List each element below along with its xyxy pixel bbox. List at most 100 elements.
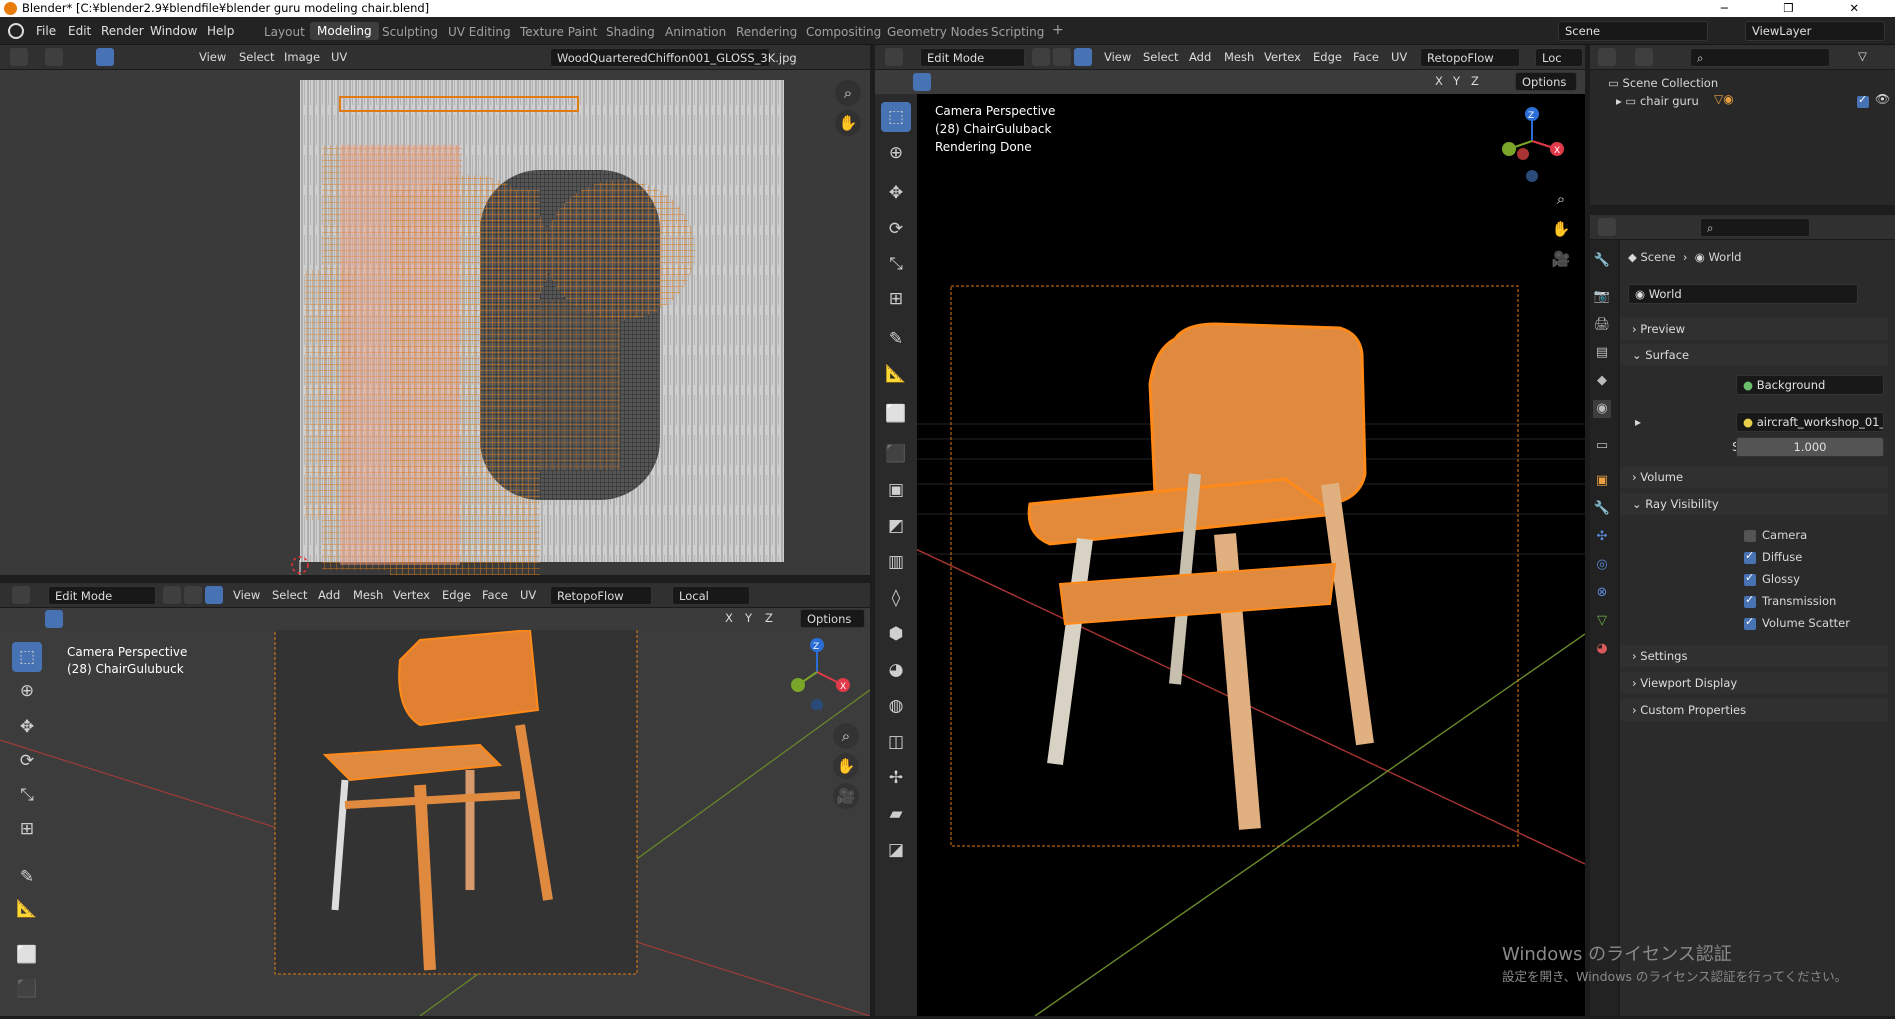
menu-mesh[interactable]: Mesh (1224, 50, 1254, 64)
constraints-tab-icon[interactable]: ⊗ (1593, 584, 1611, 602)
mode-selector[interactable]: Edit Mode (48, 586, 156, 605)
edge-slide-icon[interactable]: ◫ (881, 727, 911, 757)
knife-icon[interactable]: ◊ (881, 583, 911, 613)
viewport-main-canvas[interactable]: Camera Perspective (28) ChairGuluback Re… (875, 94, 1586, 1017)
display-mode-icon[interactable] (1635, 48, 1653, 66)
rotate-tool-icon[interactable]: ⟳ (881, 214, 911, 244)
select-tool-icon[interactable]: ⬚ (881, 102, 911, 132)
render-tab-icon[interactable]: 📷 (1593, 288, 1611, 306)
sync-selection-icon[interactable] (45, 48, 63, 66)
ray-transmission-checkbox[interactable] (1744, 593, 1756, 608)
face-select-icon[interactable] (1074, 48, 1092, 66)
color-input-selector[interactable]: ● aircraft_workshop_01_... (1736, 412, 1884, 432)
tab-scripting[interactable]: Scripting (991, 25, 1044, 39)
rip-region-icon[interactable]: ◪ (881, 835, 911, 865)
strength-field[interactable]: 1.000 (1736, 437, 1884, 457)
tab-sculpting[interactable]: Sculpting (382, 25, 438, 39)
extrude-region-icon[interactable]: ⬛ (881, 439, 911, 469)
camera-view-icon[interactable]: 🎥 (1548, 246, 1574, 272)
pan-hand-icon[interactable]: ✋ (835, 110, 861, 136)
annotate-tool-icon[interactable]: ✎ (12, 862, 42, 892)
move-tool-icon[interactable]: ✥ (881, 178, 911, 208)
menu-add[interactable]: Add (1189, 50, 1211, 64)
measure-tool-icon[interactable]: 📐 (881, 359, 911, 389)
cursor-tool-icon[interactable]: ⊕ (881, 138, 911, 168)
add-cube-tool-icon[interactable]: ⬜ (881, 399, 911, 429)
menu-view[interactable]: View (199, 50, 226, 64)
uv-select-mode-icon[interactable] (96, 48, 114, 66)
retopoflow-menu[interactable]: RetopoFlow (550, 586, 652, 605)
menu-render[interactable]: Render (101, 24, 144, 38)
menu-face[interactable]: Face (482, 588, 508, 602)
exclude-checkbox[interactable] (1857, 93, 1869, 108)
zoom-icon[interactable]: ⌕ (1548, 186, 1574, 212)
section-settings[interactable]: › Settings (1620, 645, 1888, 667)
cursor-tool-icon[interactable]: ⊕ (12, 676, 42, 706)
tab-shading[interactable]: Shading (606, 25, 655, 39)
face-select-icon[interactable] (205, 586, 223, 604)
menu-edit[interactable]: Edit (68, 24, 91, 38)
scene-selector[interactable]: Scene (1558, 21, 1708, 41)
modifier-tab-icon[interactable]: 🔧 (1593, 500, 1611, 518)
menu-help[interactable]: Help (207, 24, 234, 38)
smooth-icon[interactable]: ◍ (881, 691, 911, 721)
ray-glossy-checkbox[interactable] (1744, 571, 1756, 586)
particles-tab-icon[interactable]: ✣ (1593, 528, 1611, 546)
menu-select[interactable]: Select (1143, 50, 1178, 64)
output-tab-icon[interactable]: 🖨 (1593, 316, 1611, 334)
window-controls[interactable]: ─ ❐ ✕ (1721, 0, 1885, 17)
menu-uv[interactable]: UV (331, 50, 347, 64)
viewport-small-canvas[interactable]: Camera Perspective (28) ChairGulubuck ⬚ … (0, 611, 871, 1017)
axis-x[interactable]: X (1435, 74, 1443, 88)
axis-z[interactable]: Z (765, 611, 773, 625)
pan-hand-icon[interactable]: ✋ (1548, 216, 1574, 242)
camera-view-icon[interactable]: 🎥 (833, 783, 859, 809)
world-selector[interactable]: ◉ World (1628, 284, 1858, 304)
outliner-scene-collection[interactable]: ▭ Scene Collection (1608, 76, 1718, 90)
tab-animation[interactable]: Animation (665, 25, 726, 39)
transform-orientation[interactable]: Loc (1535, 48, 1583, 67)
menu-vertex[interactable]: Vertex (1264, 50, 1301, 64)
tab-uv-editing[interactable]: UV Editing (448, 25, 511, 39)
surface-shader-selector[interactable]: ● Background (1736, 375, 1884, 395)
spin-icon[interactable]: ◕ (881, 655, 911, 685)
select-box-icon[interactable] (913, 73, 931, 91)
tab-modeling[interactable]: Modeling (310, 22, 379, 40)
menu-face[interactable]: Face (1353, 50, 1379, 64)
axis-y[interactable]: Y (745, 611, 752, 625)
editor-type-icon[interactable] (12, 586, 30, 604)
select-box-icon[interactable] (45, 610, 63, 628)
zoom-icon[interactable]: ⌕ (835, 80, 861, 106)
ray-diffuse-checkbox[interactable] (1744, 549, 1756, 564)
editor-type-icon[interactable] (1598, 218, 1616, 236)
add-workspace-icon[interactable]: + (1052, 22, 1064, 38)
zoom-icon[interactable]: ⌕ (833, 723, 859, 749)
object-tab-icon[interactable]: ▣ (1593, 472, 1611, 490)
world-tab-icon[interactable]: ◉ (1593, 400, 1611, 418)
navigation-gizmo-icon[interactable]: Z X (1495, 104, 1570, 184)
extrude-tool-icon[interactable]: ⬛ (12, 974, 42, 1004)
section-custom-properties[interactable]: › Custom Properties (1620, 699, 1888, 721)
pan-hand-icon[interactable]: ✋ (833, 753, 859, 779)
navigation-gizmo-icon[interactable]: Z X (780, 635, 855, 710)
tool-tab-icon[interactable]: 🔧 (1593, 252, 1611, 270)
rotate-tool-icon[interactable]: ⟳ (12, 746, 42, 776)
shear-icon[interactable]: ▰ (881, 799, 911, 829)
tab-layout[interactable]: Layout (264, 25, 305, 39)
axis-x[interactable]: X (725, 611, 733, 625)
menu-view[interactable]: View (1104, 50, 1131, 64)
vertex-select-icon[interactable] (163, 586, 181, 604)
menu-edge[interactable]: Edge (442, 588, 471, 602)
visibility-eye-icon[interactable]: 👁 (1875, 92, 1890, 106)
menu-uv[interactable]: UV (520, 588, 536, 602)
menu-edge[interactable]: Edge (1313, 50, 1342, 64)
transform-tool-icon[interactable]: ⊞ (881, 284, 911, 314)
tab-rendering[interactable]: Rendering (736, 25, 797, 39)
axis-z[interactable]: Z (1471, 74, 1479, 88)
collection-tab-icon[interactable]: ▭ (1593, 437, 1611, 455)
section-surface[interactable]: ⌄ Surface (1620, 344, 1888, 366)
outliner-item-chair-guru[interactable]: ▸ ▭ chair guru (1616, 94, 1699, 108)
material-tab-icon[interactable]: ◕ (1593, 640, 1611, 658)
add-cube-tool-icon[interactable]: ⬜ (12, 940, 42, 970)
section-preview[interactable]: › Preview (1620, 318, 1888, 340)
